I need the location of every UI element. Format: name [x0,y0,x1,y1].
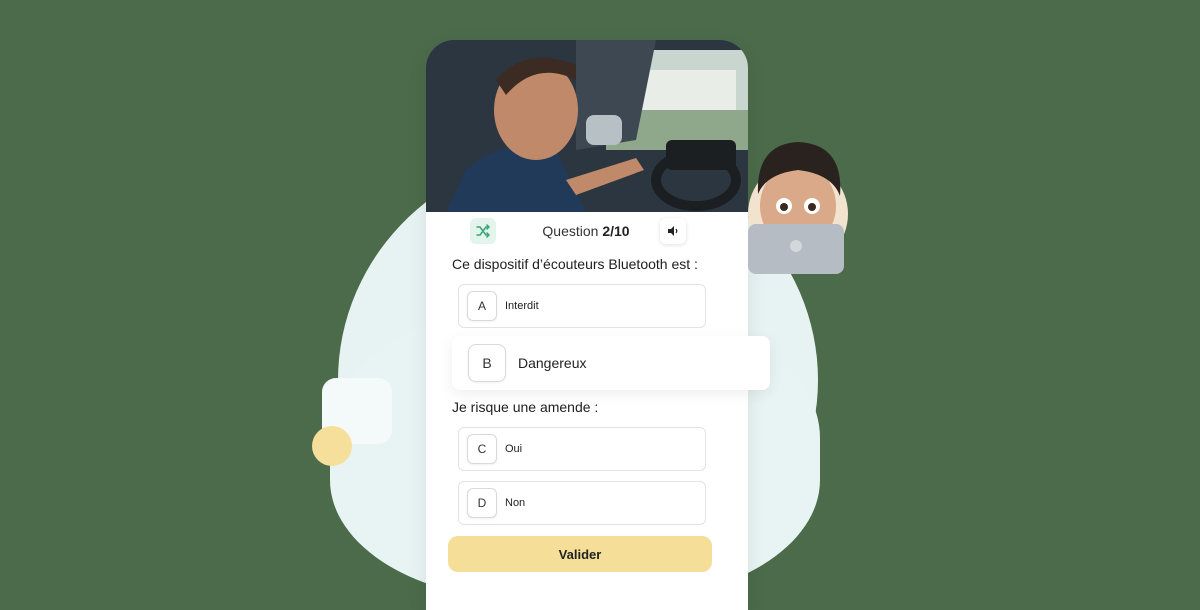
quiz-card: Question 2/10 Ce dispositif d’écouteurs … [426,40,748,610]
question-label: Question [542,223,599,239]
answer-text: Non [505,497,526,509]
avatar [736,134,856,280]
answer-text: Dangereux [518,355,587,371]
speaker-icon[interactable] [660,218,686,244]
question-header: Question 2/10 [426,212,748,252]
question-progress: 2/10 [602,223,630,239]
answer-letter: C [467,434,497,464]
driver-photo [426,40,748,212]
validate-button[interactable]: Valider [448,536,712,572]
question-prompt-1: Ce dispositif d’écouteurs Bluetooth est … [452,256,698,272]
answer-option-d[interactable]: D Non [458,481,706,525]
answer-text: Oui [505,443,523,455]
answer-letter: A [467,291,497,321]
answer-letter: D [467,488,497,518]
decorative-circle [312,426,352,466]
answer-option-c[interactable]: C Oui [458,427,706,471]
answer-text: Interdit [505,300,539,312]
shuffle-icon[interactable] [470,218,496,244]
question-prompt-2: Je risque une amende : [452,399,599,415]
answer-option-b[interactable]: B Dangereux [452,336,770,390]
answer-letter: B [468,344,506,382]
answer-option-a[interactable]: A Interdit [458,284,706,328]
question-counter: Question 2/10 [516,223,656,239]
